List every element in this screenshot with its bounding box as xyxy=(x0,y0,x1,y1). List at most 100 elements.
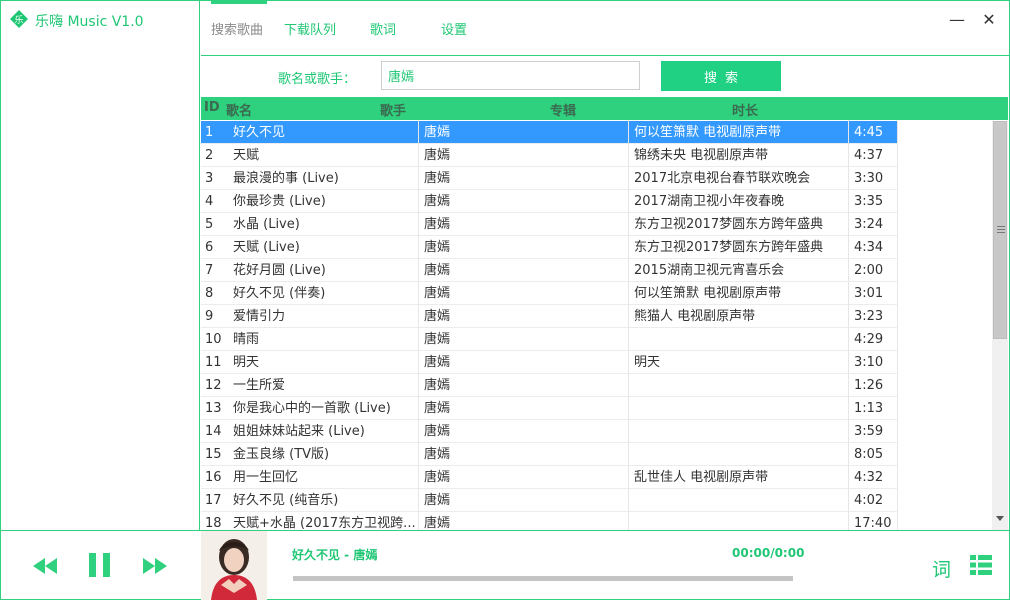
row-singer: 唐嫣 xyxy=(419,489,629,512)
tab-settings[interactable]: 设置 xyxy=(441,19,467,38)
row-song-name: 花好月圆 (Live) xyxy=(228,259,419,282)
tab-download-queue[interactable]: 下载队列 xyxy=(284,19,336,38)
row-album: 锦绣未央 电视剧原声带 xyxy=(629,144,849,167)
row-song-name: 好久不见 xyxy=(228,121,419,144)
progress-bar[interactable] xyxy=(293,576,793,581)
table-row[interactable]: 16 用一生回忆 唐嫣 乱世佳人 电视剧原声带 4:32 xyxy=(201,466,898,489)
table-scrollbar[interactable] xyxy=(992,121,1008,530)
row-id: 12 xyxy=(201,374,228,397)
row-id: 17 xyxy=(201,489,228,512)
active-tab-indicator xyxy=(211,1,267,4)
row-id: 11 xyxy=(201,351,228,374)
row-song-name: 姐姐妹妹站起来 (Live) xyxy=(228,420,419,443)
pause-icon[interactable] xyxy=(89,553,111,577)
row-id: 8 xyxy=(201,282,228,305)
row-album xyxy=(629,374,849,397)
leaf-note-logo-icon: 乐 xyxy=(10,10,28,28)
table-row[interactable]: 5 水晶 (Live) 唐嫣 东方卫视2017梦圆东方跨年盛典 3:24 xyxy=(201,213,898,236)
close-button[interactable]: ✕ xyxy=(979,10,999,30)
table-row[interactable]: 2 天赋 唐嫣 锦绣未央 电视剧原声带 4:37 xyxy=(201,144,898,167)
scrollbar-grip-icon xyxy=(997,226,1005,233)
tabs-divider xyxy=(201,55,1009,56)
table-row[interactable]: 17 好久不见 (纯音乐) 唐嫣 4:02 xyxy=(201,489,898,512)
tab-bar: 搜索歌曲 下载队列 歌词 设置 xyxy=(201,1,941,55)
row-album: 2017北京电视台春节联欢晚会 xyxy=(629,167,849,190)
app-title: 乐嗨 Music V1.0 xyxy=(35,14,144,30)
minimize-button[interactable]: — xyxy=(947,10,967,30)
table-row[interactable]: 4 你最珍贵 (Live) 唐嫣 2017湖南卫视小年夜春晚 3:35 xyxy=(201,190,898,213)
table-row[interactable]: 7 花好月圆 (Live) 唐嫣 2015湖南卫视元宵喜乐会 2:00 xyxy=(201,259,898,282)
row-singer: 唐嫣 xyxy=(419,259,629,282)
row-duration: 4:37 xyxy=(849,144,898,167)
row-singer: 唐嫣 xyxy=(419,328,629,351)
table-row[interactable]: 1 好久不见 唐嫣 何以笙箫默 电视剧原声带 4:45 xyxy=(201,121,898,144)
fast-forward-icon[interactable] xyxy=(143,558,167,574)
row-duration: 4:29 xyxy=(849,328,898,351)
tab-lyrics[interactable]: 歌词 xyxy=(370,19,396,38)
row-id: 9 xyxy=(201,305,228,328)
column-header-name[interactable]: 歌名 xyxy=(226,100,252,119)
search-input[interactable] xyxy=(381,61,640,90)
row-id: 10 xyxy=(201,328,228,351)
row-song-name: 天赋 xyxy=(228,144,419,167)
table-row[interactable]: 14 姐姐妹妹站起来 (Live) 唐嫣 3:59 xyxy=(201,420,898,443)
row-id: 4 xyxy=(201,190,228,213)
scrollbar-thumb[interactable] xyxy=(993,121,1007,339)
row-duration: 3:23 xyxy=(849,305,898,328)
column-header-singer[interactable]: 歌手 xyxy=(380,100,406,119)
tab-search-songs[interactable]: 搜索歌曲 xyxy=(211,19,263,38)
row-singer: 唐嫣 xyxy=(419,282,629,305)
table-row[interactable]: 15 金玉良缘 (TV版) 唐嫣 8:05 xyxy=(201,443,898,466)
row-song-name: 爱情引力 xyxy=(228,305,419,328)
row-album: 2015湖南卫视元宵喜乐会 xyxy=(629,259,849,282)
rewind-icon[interactable] xyxy=(33,558,57,574)
row-song-name: 用一生回忆 xyxy=(228,466,419,489)
row-song-name: 晴雨 xyxy=(228,328,419,351)
table-row[interactable]: 9 爱情引力 唐嫣 熊猫人 电视剧原声带 3:23 xyxy=(201,305,898,328)
row-album xyxy=(629,512,849,530)
column-header-duration[interactable]: 时长 xyxy=(732,100,758,119)
table-row[interactable]: 11 明天 唐嫣 明天 3:10 xyxy=(201,351,898,374)
table-row[interactable]: 8 好久不见 (伴奏) 唐嫣 何以笙箫默 电视剧原声带 3:01 xyxy=(201,282,898,305)
player-bar: 好久不见 - 唐嫣 00:00/0:00 词 xyxy=(1,530,1009,600)
row-singer: 唐嫣 xyxy=(419,443,629,466)
row-id: 13 xyxy=(201,397,228,420)
row-id: 15 xyxy=(201,443,228,466)
row-song-name: 最浪漫的事 (Live) xyxy=(228,167,419,190)
row-song-name: 天赋+水晶 (2017东方卫视跨... xyxy=(228,512,419,530)
svg-text:乐: 乐 xyxy=(14,14,23,26)
row-singer: 唐嫣 xyxy=(419,190,629,213)
row-song-name: 你最珍贵 (Live) xyxy=(228,190,419,213)
row-id: 16 xyxy=(201,466,228,489)
search-button[interactable]: 搜索 xyxy=(661,61,781,91)
lyrics-button[interactable]: 词 xyxy=(932,555,951,582)
row-singer: 唐嫣 xyxy=(419,466,629,489)
row-singer: 唐嫣 xyxy=(419,420,629,443)
row-album: 何以笙箫默 电视剧原声带 xyxy=(629,282,849,305)
table-row[interactable]: 3 最浪漫的事 (Live) 唐嫣 2017北京电视台春节联欢晚会 3:30 xyxy=(201,167,898,190)
row-id: 18 xyxy=(201,512,228,530)
row-id: 3 xyxy=(201,167,228,190)
column-header-album[interactable]: 专辑 xyxy=(550,100,576,119)
row-song-name: 好久不见 (伴奏) xyxy=(228,282,419,305)
row-song-name: 一生所爱 xyxy=(228,374,419,397)
row-song-name: 水晶 (Live) xyxy=(228,213,419,236)
row-album: 乱世佳人 电视剧原声带 xyxy=(629,466,849,489)
table-row[interactable]: 13 你是我心中的一首歌 (Live) 唐嫣 1:13 xyxy=(201,397,898,420)
table-row[interactable]: 18 天赋+水晶 (2017东方卫视跨... 唐嫣 17:40 xyxy=(201,512,898,530)
column-header-id[interactable]: ID xyxy=(204,100,220,115)
table-row[interactable]: 12 一生所爱 唐嫣 1:26 xyxy=(201,374,898,397)
grid-list-icon[interactable] xyxy=(970,555,992,575)
row-singer: 唐嫣 xyxy=(419,236,629,259)
now-playing-title: 好久不见 - 唐嫣 xyxy=(292,548,378,562)
row-singer: 唐嫣 xyxy=(419,167,629,190)
row-album: 东方卫视2017梦圆东方跨年盛典 xyxy=(629,236,849,259)
row-song-name: 你是我心中的一首歌 (Live) xyxy=(228,397,419,420)
row-id: 14 xyxy=(201,420,228,443)
table-row[interactable]: 10 晴雨 唐嫣 4:29 xyxy=(201,328,898,351)
row-duration: 3:10 xyxy=(849,351,898,374)
scroll-down-arrow-icon[interactable] xyxy=(996,516,1004,521)
row-album: 熊猫人 电视剧原声带 xyxy=(629,305,849,328)
table-row[interactable]: 6 天赋 (Live) 唐嫣 东方卫视2017梦圆东方跨年盛典 4:34 xyxy=(201,236,898,259)
row-duration: 4:32 xyxy=(849,466,898,489)
